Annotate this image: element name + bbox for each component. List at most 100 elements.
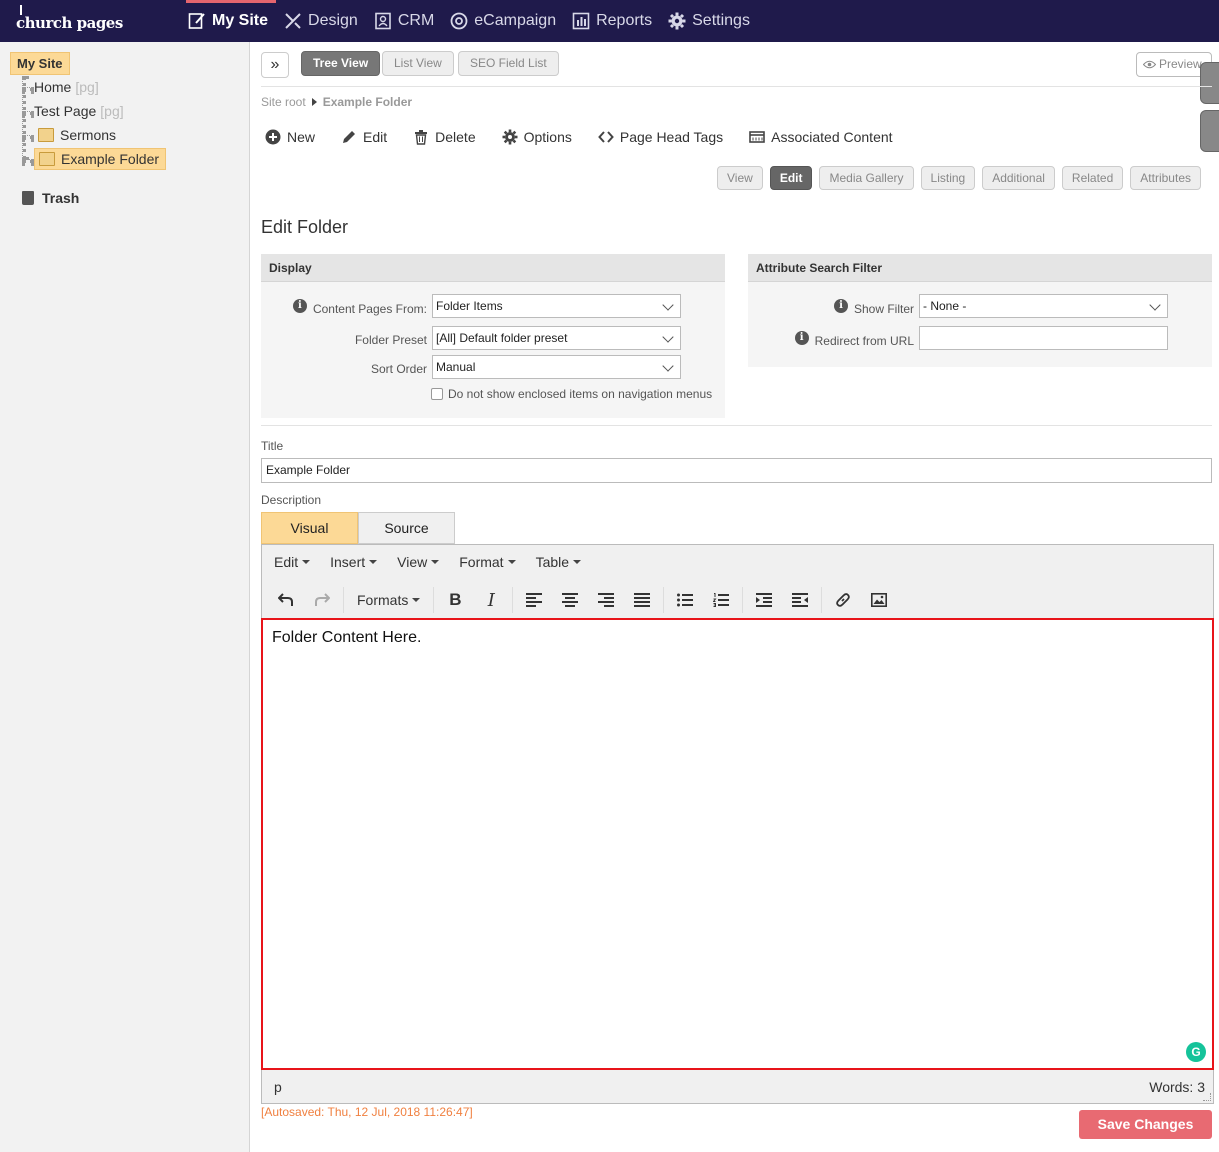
toolbar-separator [663, 587, 665, 613]
menu-label: Edit [274, 554, 299, 570]
outdent-button[interactable] [746, 585, 782, 615]
associated-content-button[interactable]: Associated Content [749, 129, 893, 145]
nav-ecampaign[interactable]: eCampaign [442, 0, 564, 42]
editor-statusbar: p Words: 3 [262, 1070, 1213, 1103]
align-right-icon [598, 593, 615, 607]
side-panel-tab-1[interactable] [1200, 62, 1219, 104]
tab-listing[interactable]: Listing [920, 166, 976, 190]
divider [261, 425, 1212, 426]
seo-field-list-button[interactable]: SEO Field List [458, 51, 559, 76]
tree-item-home[interactable]: Home [pg] [34, 79, 99, 95]
sort-order-row: Sort Order Manual [261, 355, 681, 379]
action-label: Associated Content [771, 129, 893, 145]
justify-icon [634, 593, 651, 607]
edit-button[interactable]: Edit [341, 129, 387, 145]
content-paragraph: Folder Content Here. [272, 629, 422, 646]
divider [261, 86, 1212, 87]
bullet-list-icon [677, 593, 694, 607]
title-input[interactable]: Example Folder [261, 458, 1212, 483]
tab-additional[interactable]: Additional [982, 166, 1055, 190]
menu-table[interactable]: Table [536, 554, 582, 570]
italic-button[interactable]: I [473, 585, 509, 615]
show-filter-select[interactable]: - None - [919, 294, 1168, 318]
trash-icon [22, 191, 34, 205]
hide-nav-checkbox[interactable] [431, 388, 443, 400]
tree-view-button[interactable]: Tree View [301, 51, 381, 76]
folder-preset-row: Folder Preset [All] Default folder prese… [261, 326, 681, 350]
menu-insert[interactable]: Insert [330, 554, 378, 570]
tree-item-test-page[interactable]: Test Page [pg] [34, 103, 124, 119]
nav-design[interactable]: Design [276, 0, 366, 42]
redirect-url-input[interactable] [919, 326, 1168, 350]
hide-nav-row: Do not show enclosed items on navigation… [431, 387, 712, 401]
options-button[interactable]: Options [502, 129, 572, 145]
tree-root-my-site[interactable]: My Site [10, 52, 70, 75]
element-path[interactable]: p [274, 1079, 282, 1095]
tab-visual[interactable]: Visual [261, 512, 358, 544]
redo-button[interactable] [304, 585, 340, 615]
info-icon[interactable]: i [292, 299, 307, 313]
info-icon[interactable]: i [794, 331, 809, 345]
bold-button[interactable]: B [437, 585, 473, 615]
side-panel-tab-2[interactable] [1200, 110, 1219, 152]
breadcrumb-root[interactable]: Site root [261, 95, 306, 109]
chevron-down-icon [662, 360, 674, 372]
action-label: Options [523, 129, 572, 145]
align-right-button[interactable] [588, 585, 624, 615]
insert-link-button[interactable] [825, 585, 861, 615]
tree-item-sermons[interactable]: Sermons [38, 127, 116, 143]
delete-button[interactable]: Delete [413, 129, 476, 145]
nav-crm[interactable]: CRM [366, 0, 442, 42]
undo-icon [278, 593, 294, 607]
numbered-list-button[interactable] [703, 585, 739, 615]
sort-order-select[interactable]: Manual [432, 355, 681, 379]
nav-settings[interactable]: Settings [660, 0, 758, 42]
page-head-tags-button[interactable]: Page Head Tags [598, 129, 723, 145]
bullet-list-button[interactable] [667, 585, 703, 615]
top-navigation-bar: church pages My Site Design CRM eCampaig… [0, 0, 1219, 42]
insert-image-button[interactable] [861, 585, 897, 615]
content-pages-row: i Content Pages From: Folder Items [261, 294, 681, 318]
editor-content-area[interactable]: Folder Content Here. G [261, 618, 1214, 1070]
formats-dropdown[interactable]: Formats [347, 585, 430, 615]
tab-attributes[interactable]: Attributes [1130, 166, 1201, 190]
tab-view[interactable]: View [717, 166, 763, 190]
grammarly-icon[interactable]: G [1186, 1042, 1206, 1062]
breadcrumb-current: Example Folder [322, 95, 413, 109]
nav-reports[interactable]: Reports [564, 0, 660, 42]
nav-my-site[interactable]: My Site [180, 0, 277, 42]
menu-format[interactable]: Format [459, 554, 516, 570]
tree-item-label: Test Page [34, 103, 97, 119]
save-changes-button[interactable]: Save Changes [1079, 1110, 1212, 1139]
tree-item-label: Example Folder [61, 151, 160, 167]
undo-button[interactable] [268, 585, 304, 615]
title-label: Title [261, 439, 284, 453]
field-label: i Show Filter [748, 296, 914, 316]
tree-item-example-folder[interactable]: Example Folder [34, 148, 167, 170]
redirect-row: i Redirect from URL [748, 326, 1168, 350]
autosave-status: [Autosaved: Thu, 12 Jul, 2018 11:26:47] [261, 1105, 473, 1119]
align-left-button[interactable] [516, 585, 552, 615]
menu-edit[interactable]: Edit [274, 554, 311, 570]
list-view-button[interactable]: List View [382, 51, 454, 76]
caret-down-icon [431, 560, 440, 564]
tab-edit[interactable]: Edit [769, 166, 813, 190]
church-pages-logo[interactable]: church pages [16, 5, 123, 32]
toolbar-separator [433, 587, 435, 613]
tab-media-gallery[interactable]: Media Gallery [819, 166, 914, 190]
tab-source[interactable]: Source [358, 512, 455, 544]
field-label: Sort Order [261, 359, 427, 376]
menu-view[interactable]: View [397, 554, 440, 570]
expand-sidebar-button[interactable]: » [261, 52, 289, 78]
info-icon[interactable]: i [833, 299, 848, 313]
folder-preset-select[interactable]: [All] Default folder preset [432, 326, 681, 350]
editor-mode-tabs: Visual Source [261, 512, 455, 544]
indent-button[interactable] [782, 585, 818, 615]
tab-related[interactable]: Related [1061, 166, 1124, 190]
new-button[interactable]: New [265, 129, 315, 145]
justify-button[interactable] [624, 585, 660, 615]
content-pages-select[interactable]: Folder Items [432, 294, 681, 318]
resize-handle-icon[interactable] [1203, 1093, 1211, 1101]
tree-item-trash[interactable]: Trash [22, 190, 79, 206]
align-center-button[interactable] [552, 585, 588, 615]
